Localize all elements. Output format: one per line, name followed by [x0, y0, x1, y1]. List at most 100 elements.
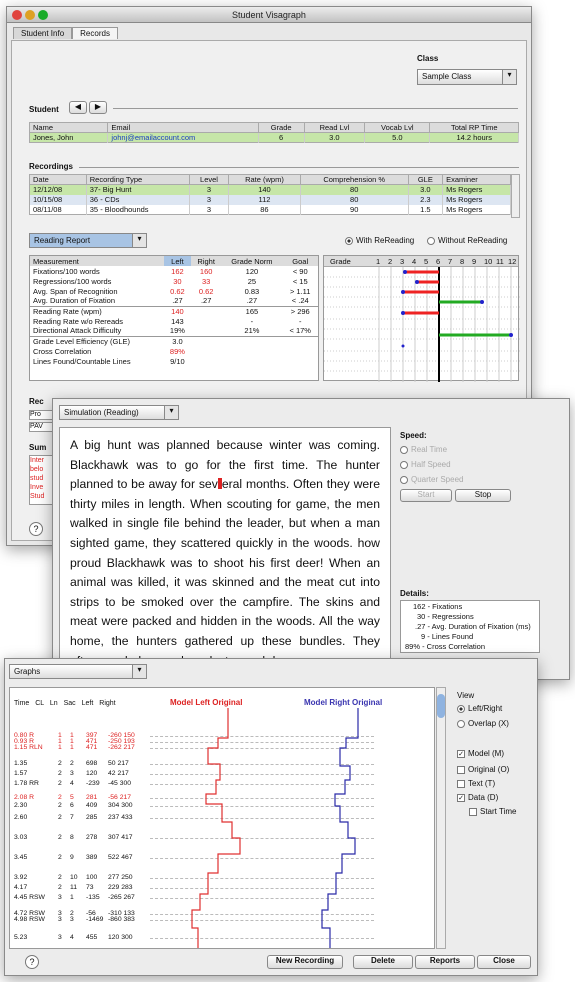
tab-records[interactable]: Records [72, 27, 118, 39]
table-row[interactable]: 12/12/08 37- Big Hunt 3 140 80 3.0 Ms Rogers [29, 184, 511, 195]
scroll-thumb[interactable] [437, 694, 445, 718]
grade-tick-label: 11 [496, 257, 504, 266]
col-header[interactable]: Level [188, 174, 230, 185]
cell [191, 326, 221, 336]
col-header-date[interactable]: Date [29, 174, 87, 185]
without-rereading-label: Without ReReading [438, 236, 508, 245]
col-header[interactable]: Rate (wpm) [228, 174, 301, 185]
col-header[interactable]: Examiner [442, 174, 511, 185]
checkbox-model-m[interactable]: ✓ Model (M) [457, 749, 504, 758]
checkbox-empty-icon [457, 779, 465, 788]
reading-text-panel: A big hunt was planned because winter wa… [59, 427, 391, 675]
cell: 10/15/08 [29, 194, 87, 205]
new-recording-button[interactable]: New Recording [267, 955, 343, 969]
cell: Ms Rogers [442, 194, 511, 205]
prev-student-button[interactable]: ◀ [69, 101, 87, 114]
cell: Fixations/100 words [33, 266, 100, 276]
view-label: View [457, 691, 475, 700]
cell: 0.62 [198, 286, 214, 296]
col-header[interactable]: Comprehension % [299, 174, 409, 185]
simulation-select[interactable]: Simulation (Reading) ▾ [59, 405, 179, 420]
cell: 33 [202, 276, 211, 286]
speed-half-radio[interactable]: Half Speed [400, 460, 451, 469]
cell: 140 [171, 306, 184, 316]
view-overlap-radio[interactable]: Overlap (X) [457, 719, 509, 728]
delete-button[interactable]: Delete [353, 955, 413, 969]
table-row: Lines Found/Countable Lines 9/10 [30, 356, 318, 366]
radio-off-icon [400, 445, 408, 454]
cell: 12/12/08 [29, 184, 87, 195]
help-button[interactable]: ? [29, 522, 43, 536]
cell: Cross Correlation [33, 346, 92, 356]
view-option-label: Left/Right [468, 704, 503, 713]
checkbox-text-t[interactable]: Text (T) [457, 779, 495, 788]
report-type-value: Reading Report [34, 236, 91, 245]
col-header: Total RP Time [429, 122, 519, 133]
speed-label: Speed: [400, 431, 427, 440]
cell: 3 [189, 184, 230, 195]
graphs-select[interactable]: Graphs ▾ [9, 664, 147, 679]
graph-scrollbar[interactable] [436, 687, 446, 949]
zoom-window-icon[interactable] [38, 10, 48, 20]
col-header[interactable]: GLE [407, 174, 444, 185]
checkbox-start-time[interactable]: Start Time [469, 807, 516, 816]
speed-quarter-radio[interactable]: Quarter Speed [400, 475, 463, 484]
col-header: Grade Norm [231, 256, 273, 266]
checkbox-label: Original (O) [468, 765, 510, 774]
with-rereading-label: With ReReading [356, 236, 415, 245]
table-row: Fixations/100 words 162 160 120 < 90 [30, 266, 318, 276]
with-rereading-radio[interactable]: With ReReading [345, 236, 414, 245]
grade-tick-label: 9 [472, 257, 477, 266]
without-rereading-radio[interactable]: Without ReReading [427, 236, 507, 245]
table-row[interactable]: Jones, John johnj@emailaccount.com 6 3.0 5.0… [29, 132, 519, 143]
gle-point [401, 344, 405, 348]
radio-off-icon [400, 460, 408, 469]
cell: 35 - Bloodhounds [86, 204, 190, 215]
cell: 3.0 [172, 336, 183, 346]
student-email[interactable]: johnj@emailaccount.com [107, 132, 259, 143]
checkbox-data-d[interactable]: ✓ Data (D) [457, 793, 498, 802]
view-left-right-radio[interactable]: Left/Right [457, 704, 502, 713]
graphs-select-value: Graphs [14, 667, 41, 676]
next-student-button[interactable]: ▶ [89, 101, 107, 114]
student-grade: 6 [258, 132, 305, 143]
table-row: Avg. Span of Recognition 0.62 0.62 0.83 > 1.… [30, 286, 318, 296]
checkbox-empty-icon [457, 765, 465, 774]
report-type-select[interactable]: Reading Report ▾ [29, 233, 147, 248]
help-button[interactable]: ? [25, 955, 39, 969]
cell: 86 [228, 204, 301, 215]
cell: 3 [189, 204, 230, 215]
table-row[interactable]: 08/11/08 35 - Bloodhounds 3 86 90 1.5 Ms Roger… [29, 204, 511, 215]
col-header: Grade [257, 122, 305, 133]
cell: < .24 [291, 296, 309, 306]
cell: 143 [171, 316, 184, 326]
class-select[interactable]: Sample Class ▾ [417, 69, 517, 85]
close-window-icon[interactable] [12, 10, 22, 20]
student-read-level: 3.0 [304, 132, 366, 143]
tab-student-info[interactable]: Student Info [13, 27, 73, 39]
table-row: Directional Attack Difficulty 19% 21% < 17% [30, 326, 318, 336]
table-row[interactable]: 10/15/08 36 - CDs 3 112 80 2.3 Ms Rogers [29, 194, 511, 205]
grade-bars-svg [324, 267, 520, 382]
minimize-window-icon[interactable] [25, 10, 35, 20]
close-button[interactable]: Close [477, 955, 531, 969]
cell: 112 [228, 194, 301, 205]
stop-button[interactable]: Stop [455, 489, 511, 502]
detail-line: 89% - Cross Correlation [405, 642, 486, 651]
table-row: Reading Rate w/o Rereads 143 - - [30, 316, 318, 326]
cell: 165 [245, 306, 259, 316]
cell: > 1.11 [289, 286, 311, 296]
checkbox-original-o[interactable]: Original (O) [457, 765, 509, 774]
col-header[interactable]: Recording Type [85, 174, 190, 185]
recordings-scrollbar[interactable] [511, 174, 520, 218]
grade-label: Grade [330, 257, 351, 266]
cell: 1.5 [408, 204, 444, 215]
reports-button[interactable]: Reports [415, 955, 475, 969]
checkbox-label: Text (T) [468, 779, 496, 788]
cell: 160 [199, 266, 213, 276]
cell: Grade Level Efficiency (GLE) [33, 336, 130, 346]
table-row: Avg. Duration of Fixation .27 .27 .27 < .24 [30, 296, 318, 306]
start-button[interactable]: Start [400, 489, 452, 502]
speed-real-time-radio[interactable]: Real Time [400, 445, 447, 454]
cell: 90 [300, 204, 409, 215]
